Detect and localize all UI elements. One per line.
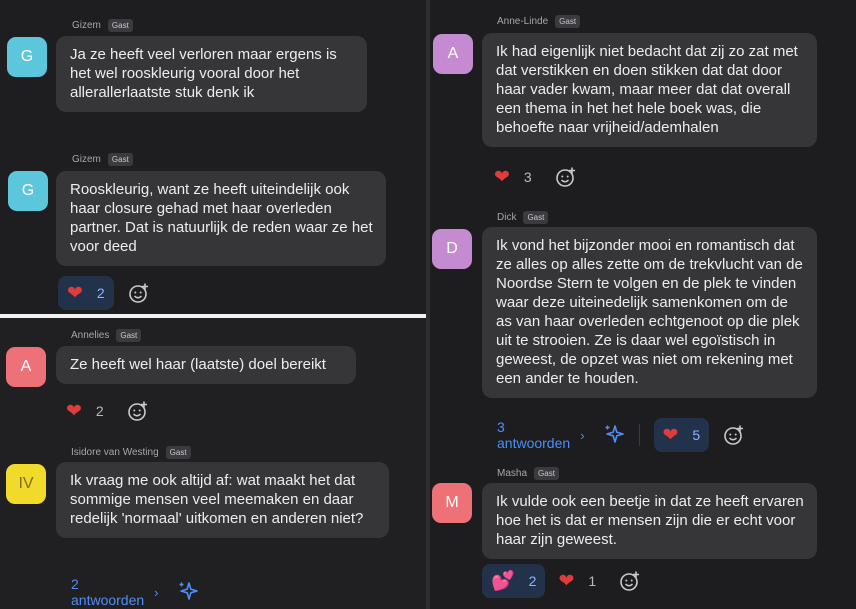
message-bubble[interactable]: Ja ze heeft veel verloren maar ergens is… (56, 36, 367, 112)
heart-icon: ❤ (662, 424, 679, 446)
author-name[interactable]: Gizem (72, 154, 101, 165)
replies-link[interactable]: 3 antwoorden › ❤ 5 (497, 418, 745, 452)
author-name[interactable]: Gizem (72, 20, 101, 31)
message-header: Gizem Gast (72, 19, 133, 32)
reaction-count: 5 (692, 427, 701, 443)
avatar[interactable]: G (7, 37, 47, 77)
chat-panel-top-left: Gizem Gast G Ja ze heeft veel verloren m… (0, 0, 426, 314)
sparkle-icon[interactable] (603, 423, 625, 448)
reaction-count: 2 (95, 403, 104, 419)
reaction-count: 1 (588, 573, 597, 589)
message-header: Annelies Gast (71, 329, 142, 342)
heart-icon: ❤ (67, 282, 83, 304)
message-bubble[interactable]: Ze heeft wel haar (laatste) doel bereikt (56, 346, 356, 384)
heart-icon: ❤ (494, 166, 510, 188)
sparkling-heart-reaction[interactable]: 💕 2 (482, 564, 546, 598)
chat-panel-right: Anne-Linde Gast A Ik had eigenlijk niet … (430, 0, 856, 609)
message-header: Isidore van Westing Gast (71, 446, 191, 459)
add-reaction-icon[interactable] (723, 424, 745, 446)
message-header: Anne-Linde Gast (497, 15, 581, 28)
heart-reaction[interactable]: ❤ 2 (57, 394, 113, 428)
heart-icon: ❤ (558, 570, 575, 592)
guest-badge: Gast (165, 446, 191, 459)
avatar[interactable]: A (433, 34, 473, 74)
divider (638, 424, 640, 446)
chevron-right-icon: › (154, 584, 159, 600)
message-bubble[interactable]: Ik vulde ook een beetje in dat ze heeft … (482, 483, 817, 559)
replies-link[interactable]: 2 antwoorden › (71, 576, 199, 608)
sparkle-icon[interactable] (177, 580, 199, 605)
reaction-bar: ❤ 2 (58, 276, 150, 310)
reaction-count: 3 (523, 169, 532, 185)
avatar[interactable]: G (8, 171, 48, 211)
reaction-bar: 💕 2 ❤ 1 (482, 564, 641, 598)
heart-reaction[interactable]: ❤ 3 (485, 160, 541, 194)
guest-badge: Gast (534, 467, 559, 480)
replies-label: 3 antwoorden (497, 419, 571, 451)
avatar[interactable]: D (432, 229, 472, 269)
message-header: Masha Gast (497, 467, 559, 480)
heart-reaction[interactable]: ❤ 1 (549, 564, 605, 598)
add-reaction-icon[interactable] (128, 282, 150, 304)
message-bubble[interactable]: Ik vond het bijzonder mooi en romantisch… (482, 227, 817, 398)
author-name[interactable]: Annelies (71, 330, 109, 341)
message-bubble[interactable]: Ik had eigenlijk niet bedacht dat zij zo… (482, 33, 817, 147)
message-header: Gizem Gast (72, 153, 133, 166)
author-name[interactable]: Dick (497, 212, 516, 223)
add-reaction-icon[interactable] (619, 570, 641, 592)
add-reaction-icon[interactable] (127, 400, 149, 422)
guest-badge: Gast (107, 153, 133, 166)
message-bubble[interactable]: Rooskleurig, want ze heeft uiteindelijk … (56, 171, 386, 266)
reaction-bar: ❤ 2 (57, 394, 149, 428)
reaction-bar: ❤ 3 (485, 160, 577, 194)
author-name[interactable]: Masha (497, 468, 527, 479)
chat-panel-bottom-left: Annelies Gast A Ze heeft wel haar (laats… (0, 318, 426, 609)
heart-reaction[interactable]: ❤ 5 (653, 418, 710, 452)
guest-badge: Gast (116, 329, 142, 342)
message-bubble[interactable]: Ik vraag me ook altijd af: wat maakt het… (56, 462, 389, 538)
author-name[interactable]: Anne-Linde (497, 16, 548, 27)
sparkling-heart-icon: 💕 (491, 570, 515, 592)
message-header: Dick Gast (497, 211, 549, 224)
avatar[interactable]: M (432, 483, 472, 523)
chevron-right-icon: › (580, 427, 585, 443)
add-reaction-icon[interactable] (555, 166, 577, 188)
guest-badge: Gast (107, 19, 133, 32)
replies-label: 2 antwoorden (71, 576, 145, 608)
reaction-count: 2 (528, 573, 537, 589)
heart-reaction[interactable]: ❤ 2 (58, 276, 114, 310)
author-name[interactable]: Isidore van Westing (71, 447, 159, 458)
avatar[interactable]: IV (6, 464, 46, 504)
avatar[interactable]: A (6, 347, 46, 387)
guest-badge: Gast (523, 211, 549, 224)
guest-badge: Gast (555, 15, 581, 28)
heart-icon: ❤ (66, 400, 82, 422)
reaction-count: 2 (96, 285, 105, 301)
